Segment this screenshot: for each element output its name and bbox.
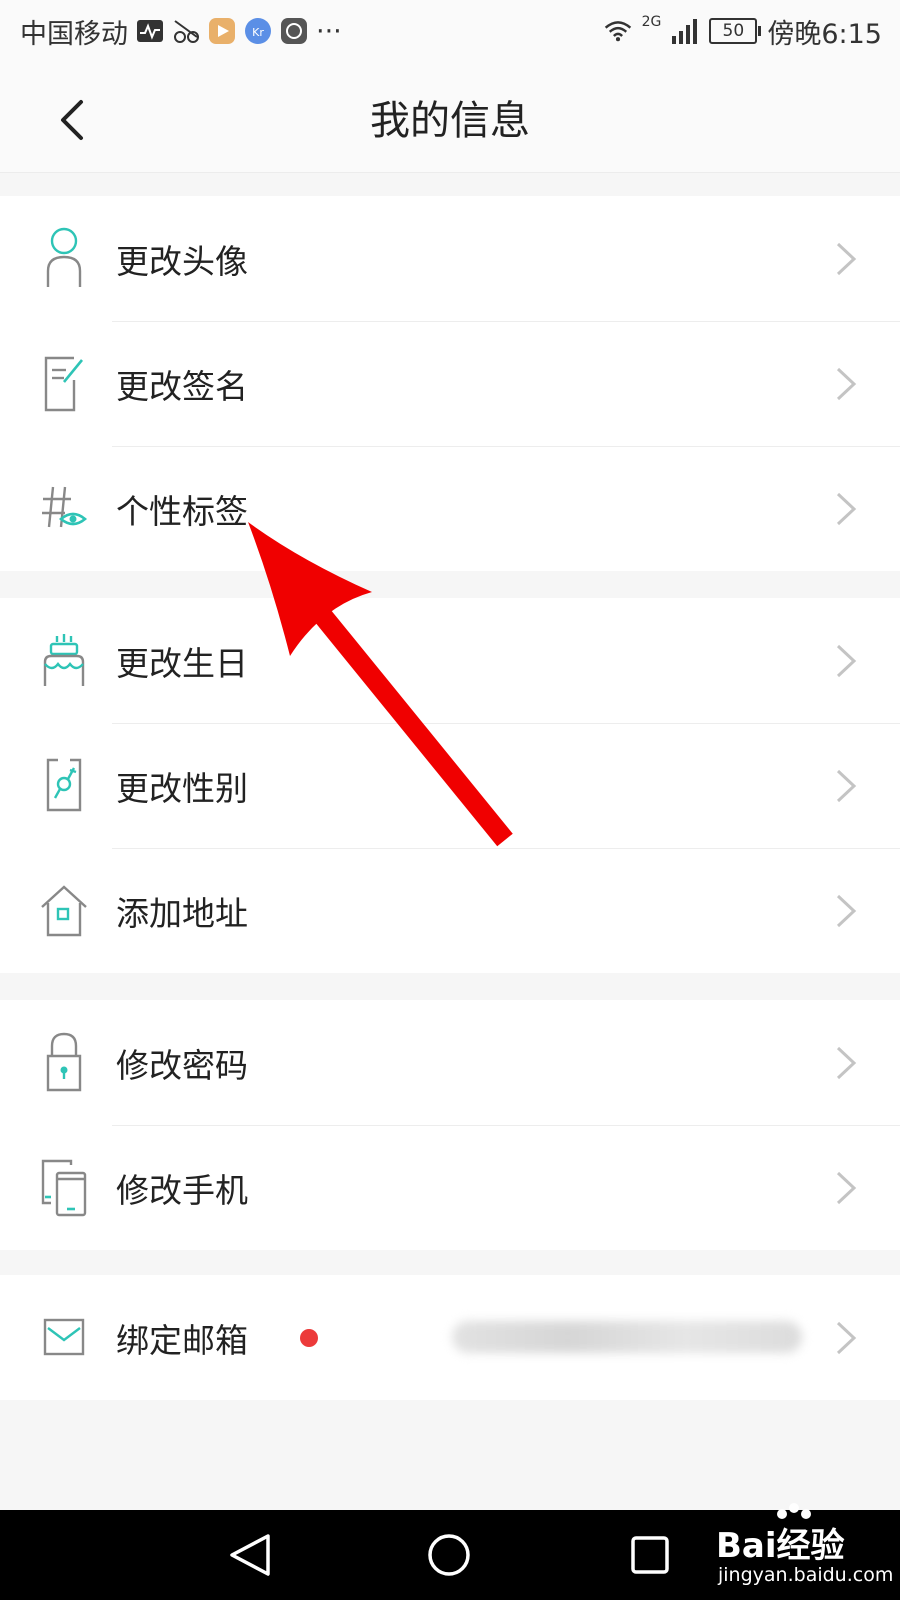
menu-item-bind-email[interactable]: 绑定邮箱 [0, 1275, 900, 1400]
birthday-cake-icon [36, 628, 92, 692]
video-app-icon [208, 17, 236, 45]
watermark-brand: Bai经验 [716, 1526, 845, 1566]
baidu-watermark: Bai经验 jingyan.baidu.com [708, 1503, 893, 1596]
settings-group-security: 修改密码 修改手机 [0, 1000, 900, 1250]
activity-icon [136, 17, 164, 45]
menu-item-change-password[interactable]: 修改密码 [0, 1000, 900, 1125]
chevron-right-icon [836, 644, 857, 678]
nav-home-button[interactable] [421, 1530, 477, 1580]
house-icon [36, 878, 92, 942]
page-title: 我的信息 [370, 98, 530, 144]
email-value-blurred [452, 1321, 802, 1353]
chevron-right-icon [836, 367, 857, 401]
square-recents-icon [631, 1536, 669, 1574]
menu-item-personal-tags[interactable]: 个性标签 [0, 446, 900, 571]
status-bar: 中国移动 Kr ··· 2G 50 傍晚6:15 [0, 0, 900, 62]
menu-item-label: 更改生日 [116, 643, 248, 683]
menu-item-label: 个性标签 [116, 491, 248, 531]
menu-item-change-avatar[interactable]: 更改头像 [0, 196, 900, 321]
gender-icon [36, 753, 92, 817]
wifi-icon [604, 17, 632, 45]
settings-group-profile: 更改头像 更改签名 个性标签 [0, 196, 900, 571]
chevron-right-icon [836, 1046, 857, 1080]
settings-group-email: 绑定邮箱 [0, 1275, 900, 1400]
nav-recents-button[interactable] [622, 1530, 678, 1580]
network-type: 2G [641, 14, 662, 30]
clock: 傍晚6:15 [767, 18, 882, 50]
battery-indicator: 50 [709, 18, 762, 44]
mail-icon [36, 1305, 92, 1369]
chevron-right-icon [836, 769, 857, 803]
phone-icon [36, 1155, 92, 1219]
menu-item-label: 更改头像 [116, 241, 248, 281]
circle-home-icon [428, 1534, 470, 1576]
menu-item-label: 更改签名 [116, 366, 248, 406]
watermark-site: jingyan.baidu.com [718, 1564, 894, 1586]
header: 我的信息 [0, 62, 900, 173]
tag-icon [36, 476, 92, 540]
menu-item-label: 修改手机 [116, 1170, 248, 1210]
menu-item-label: 添加地址 [116, 893, 248, 933]
menu-item-change-birthday[interactable]: 更改生日 [0, 598, 900, 723]
chevron-right-icon [836, 894, 857, 928]
menu-item-label: 修改密码 [116, 1045, 248, 1085]
nav-back-button[interactable] [222, 1530, 278, 1580]
menu-item-change-signature[interactable]: 更改签名 [0, 321, 900, 446]
camera-app-icon [280, 17, 308, 45]
unread-dot [300, 1329, 318, 1347]
avatar-icon [36, 226, 92, 290]
menu-item-add-address[interactable]: 添加地址 [0, 848, 900, 973]
menu-item-label: 绑定邮箱 [116, 1320, 248, 1360]
more-notifications: ··· [316, 15, 342, 47]
news-app-icon: Kr [244, 17, 272, 45]
chevron-right-icon [836, 1171, 857, 1205]
bike-icon [172, 17, 200, 45]
menu-item-label: 更改性别 [116, 768, 248, 808]
menu-item-change-phone[interactable]: 修改手机 [0, 1125, 900, 1250]
chevron-right-icon [836, 242, 857, 276]
triangle-back-icon [230, 1534, 270, 1576]
chevron-right-icon [836, 492, 857, 526]
settings-group-personal: 更改生日 更改性别 添加地址 [0, 598, 900, 973]
menu-item-change-gender[interactable]: 更改性别 [0, 723, 900, 848]
signal-icon [671, 17, 699, 45]
svg-text:Kr: Kr [252, 26, 264, 39]
chevron-right-icon [836, 1321, 857, 1355]
carrier-label: 中国移动 [20, 18, 128, 50]
lock-icon [36, 1030, 92, 1094]
signature-icon [36, 351, 92, 415]
